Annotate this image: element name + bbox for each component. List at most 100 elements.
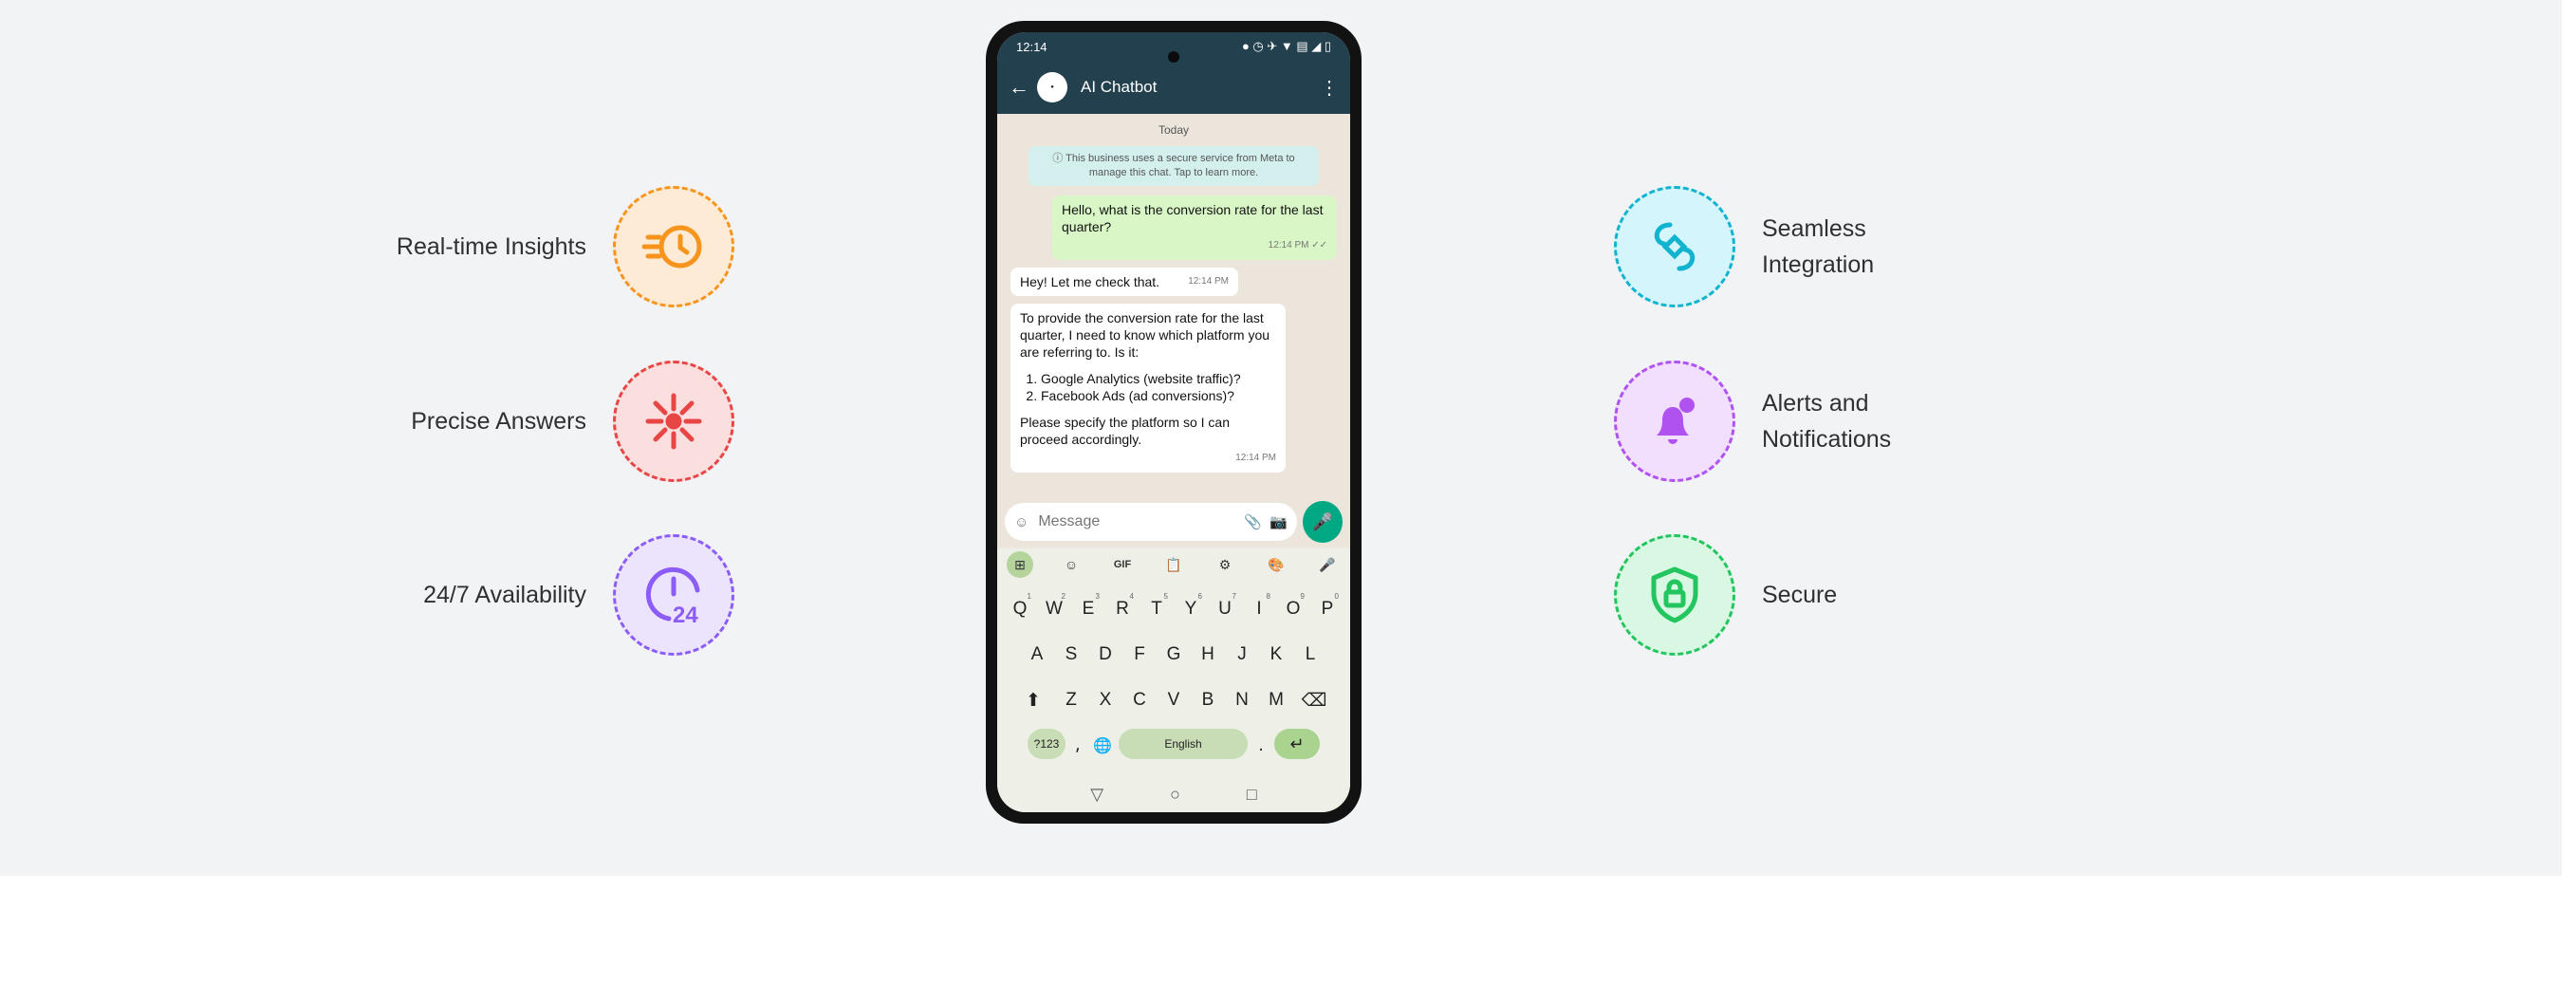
key[interactable]: N	[1227, 683, 1257, 717]
key[interactable]: U7	[1210, 592, 1240, 626]
status-time: 12:14	[1016, 39, 1047, 54]
arrow-left-icon[interactable]: ←	[1009, 75, 1029, 100]
feature-label: Real-time Insights	[396, 233, 586, 260]
key[interactable]: T5	[1141, 592, 1172, 626]
key[interactable]: E3	[1073, 592, 1103, 626]
feature-alerts-notifications: Alerts and Notifications	[1614, 361, 1891, 482]
key[interactable]: Y6	[1176, 592, 1206, 626]
key[interactable]: K	[1261, 638, 1291, 672]
clipboard-icon[interactable]: 📋	[1160, 551, 1187, 578]
key[interactable]: H	[1193, 638, 1223, 672]
home-nav-icon[interactable]: ○	[1170, 785, 1180, 805]
key[interactable]: Z	[1056, 683, 1086, 717]
camera-cutout	[1168, 51, 1179, 63]
clock-24-icon: 24	[613, 534, 734, 656]
message-input-box: ☺ 📎 📷	[1005, 503, 1297, 541]
period-key[interactable]: .	[1251, 729, 1270, 763]
message-text: Hey! Let me check that.	[1020, 274, 1160, 289]
keyboard-row-3: ⬆ Z X C V B N M ⌫	[997, 683, 1350, 717]
feature-24-7-availability: 24/7 Availability 24	[423, 534, 734, 656]
message-text: Hello, what is the conversion rate for t…	[1062, 202, 1324, 234]
back-nav-icon[interactable]: ▽	[1090, 785, 1103, 805]
message-text: To provide the conversion rate for the l…	[1020, 310, 1270, 360]
keyboard-row-2: A S D F G H J K L	[997, 638, 1350, 672]
chat-title[interactable]: AI Chatbot	[1081, 78, 1312, 97]
key[interactable]: M	[1261, 683, 1291, 717]
avatar[interactable]: ●	[1037, 72, 1067, 102]
mic-button[interactable]: 🎤	[1302, 501, 1343, 543]
message-list: Google Analytics (website traffic)? Face…	[1020, 370, 1276, 404]
gif-icon[interactable]: GIF	[1109, 551, 1136, 578]
security-notice[interactable]: ⓘ This business uses a secure service fr…	[1029, 146, 1319, 186]
message-text: Please specify the platform so I can pro…	[1020, 415, 1230, 447]
feature-precise-answers: Precise Answers	[411, 361, 734, 482]
target-burst-icon	[613, 361, 734, 482]
key[interactable]: R4	[1107, 592, 1138, 626]
key[interactable]: D	[1090, 638, 1121, 672]
feature-real-time-insights: Real-time Insights	[397, 186, 734, 307]
message-time: 12:14 PM ✓✓	[1268, 240, 1327, 250]
feature-label: Alerts and Notifications	[1762, 390, 1892, 453]
date-divider: Today	[1158, 123, 1190, 137]
keyboard-row-1: Q1 W2 E3 R4 T5 Y6 U7 I8 O9 P0	[997, 592, 1350, 626]
emoji-icon[interactable]: ☺	[1014, 514, 1029, 530]
key[interactable]: G	[1158, 638, 1189, 672]
recents-nav-icon[interactable]: □	[1247, 785, 1257, 805]
key[interactable]: A	[1022, 638, 1052, 672]
feature-label: Precise Answers	[411, 408, 586, 435]
settings-icon[interactable]: ⚙	[1212, 551, 1238, 578]
message-outgoing[interactable]: Hello, what is the conversion rate for t…	[1052, 195, 1337, 260]
feature-seamless-integration: Seamless Integration	[1614, 186, 1874, 307]
chat-app-bar: ← ● AI Chatbot ⋮	[997, 61, 1350, 114]
key[interactable]: O9	[1278, 592, 1308, 626]
chat-thread[interactable]: Today ⓘ This business uses a secure serv…	[997, 114, 1350, 499]
key[interactable]: Q1	[1005, 592, 1035, 626]
key[interactable]: I8	[1244, 592, 1274, 626]
status-bar: 12:14 ● ◷ ✈ ▼ ▤ ◢ ▯	[997, 32, 1350, 63]
key[interactable]: X	[1090, 683, 1121, 717]
key[interactable]: S	[1056, 638, 1086, 672]
backspace-key-icon[interactable]: ⌫	[1295, 683, 1333, 717]
keyboard-toolbar: ⊞ ☺ GIF 📋 ⚙ 🎨 🎤	[997, 548, 1350, 581]
more-vertical-icon[interactable]: ⋮	[1320, 76, 1339, 100]
sticker-icon[interactable]: ☺	[1058, 551, 1084, 578]
svg-text:24: 24	[673, 603, 698, 628]
status-indicators: ● ◷ ✈ ▼ ▤ ◢ ▯	[1241, 39, 1331, 53]
attach-icon[interactable]: 📎	[1244, 513, 1262, 530]
key[interactable]: V	[1158, 683, 1189, 717]
camera-icon[interactable]: 📷	[1269, 513, 1288, 530]
message-time: 12:14 PM	[1188, 276, 1229, 287]
comma-key[interactable]: ⸴	[1069, 729, 1086, 763]
message-input[interactable]	[1036, 512, 1237, 531]
key[interactable]: J	[1227, 638, 1257, 672]
message-time: 12:14 PM	[1235, 453, 1276, 463]
voice-input-icon[interactable]: 🎤	[1314, 551, 1341, 578]
phone-frame: 12:14 ● ◷ ✈ ▼ ▤ ◢ ▯ ← ● AI Chatbot ⋮ Tod…	[986, 21, 1362, 824]
system-nav-bar: ▽ ○ □	[997, 785, 1350, 805]
key[interactable]: P0	[1312, 592, 1343, 626]
apps-grid-icon[interactable]: ⊞	[1007, 551, 1033, 578]
feature-label: Seamless Integration	[1762, 215, 1875, 278]
message-composer: ☺ 📎 📷 🎤	[997, 497, 1350, 547]
key[interactable]: W2	[1039, 592, 1069, 626]
shield-lock-icon	[1614, 534, 1735, 656]
keyboard-row-4: ?123 ⸴ 🌐 English . ↵	[997, 729, 1350, 763]
globe-icon[interactable]: 🌐	[1090, 729, 1115, 763]
clock-speed-icon	[613, 186, 734, 307]
message-incoming[interactable]: Hey! Let me check that. 12:14 PM	[1010, 268, 1238, 296]
symbols-key[interactable]: ?123	[1028, 729, 1066, 759]
keyboard: ⊞ ☺ GIF 📋 ⚙ 🎨 🎤 Q1 W2 E3 R4 T5 Y6 U7 I8 …	[997, 548, 1350, 812]
key[interactable]: L	[1295, 638, 1325, 672]
enter-key-icon[interactable]: ↵	[1274, 729, 1320, 759]
feature-label: Secure	[1762, 582, 1838, 608]
key[interactable]: F	[1124, 638, 1155, 672]
space-key[interactable]: English	[1119, 729, 1248, 759]
message-incoming[interactable]: To provide the conversion rate for the l…	[1010, 304, 1286, 473]
shift-key-icon[interactable]: ⬆	[1014, 683, 1052, 717]
key[interactable]: C	[1124, 683, 1155, 717]
phone-screen: 12:14 ● ◷ ✈ ▼ ▤ ◢ ▯ ← ● AI Chatbot ⋮ Tod…	[997, 32, 1350, 812]
key[interactable]: B	[1193, 683, 1223, 717]
list-item: Facebook Ads (ad conversions)?	[1041, 387, 1276, 404]
palette-icon[interactable]: 🎨	[1263, 551, 1289, 578]
bell-alert-icon	[1614, 361, 1735, 482]
